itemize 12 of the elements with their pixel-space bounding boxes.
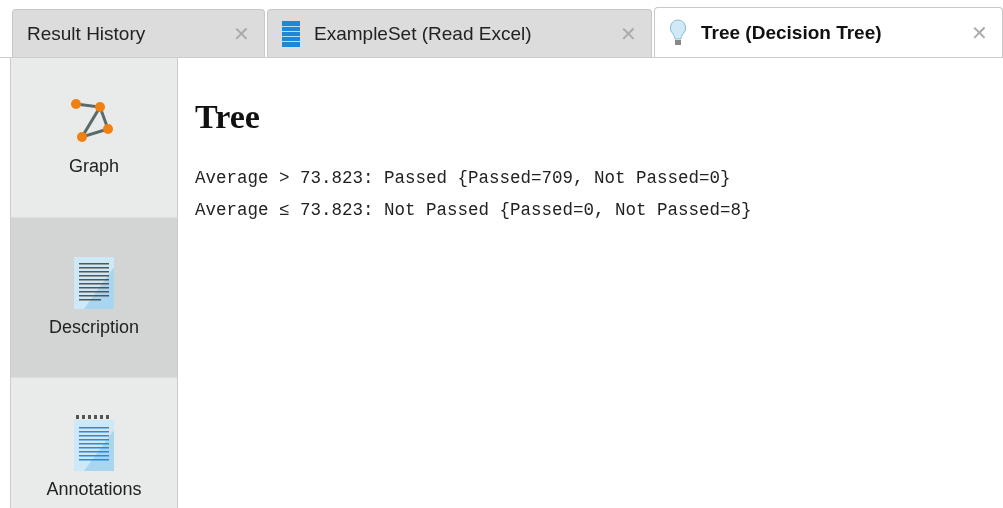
tree-rule: Average ≤ 73.823: Not Passed {Passed=0, Not Passed=8} bbox=[195, 199, 753, 222]
tree-rule: Average > 73.823: Passed {Passed=709, Not Passed=0} bbox=[195, 167, 732, 190]
tab[interactable]: ExampleSet (Read Excel) ✕ bbox=[267, 9, 652, 57]
tab[interactable]: Result History ✕ bbox=[12, 9, 265, 57]
notepad-icon bbox=[74, 415, 114, 471]
sidebar-item[interactable]: Description bbox=[11, 218, 177, 378]
document-icon bbox=[74, 257, 114, 309]
light-bulb-icon bbox=[669, 18, 687, 47]
table-icon bbox=[282, 20, 300, 47]
tab[interactable]: Tree (Decision Tree) ✕ bbox=[654, 7, 1003, 57]
sidebar-item[interactable]: Annotations bbox=[11, 378, 177, 508]
tree-title: Tree bbox=[195, 98, 261, 136]
